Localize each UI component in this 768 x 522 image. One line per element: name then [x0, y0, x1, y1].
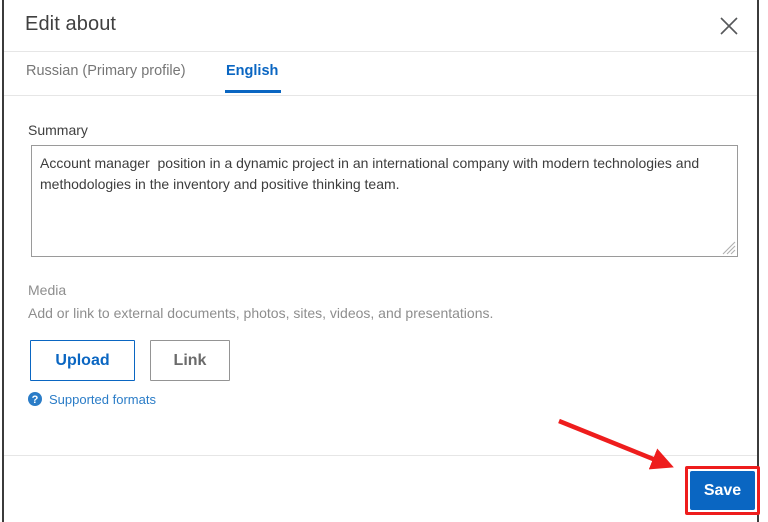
close-button[interactable] — [710, 9, 748, 43]
summary-label: Summary — [28, 122, 88, 138]
supported-formats-label: Supported formats — [49, 391, 156, 407]
svg-text:?: ? — [32, 394, 39, 406]
page-title: Edit about — [25, 13, 117, 35]
summary-textarea-value: Account manager position in a dynamic pr… — [40, 155, 704, 192]
summary-textarea[interactable]: Account manager position in a dynamic pr… — [31, 145, 738, 257]
supported-formats-link[interactable]: ? Supported formats — [27, 389, 156, 409]
tab-english[interactable]: English — [226, 63, 278, 91]
media-label: Media — [28, 282, 67, 298]
link-button[interactable]: Link — [150, 340, 230, 381]
window-right-outer-gap — [764, 0, 768, 522]
tab-active-indicator — [225, 90, 281, 93]
screenshot-root: Edit about Russian (Primary profile) Eng… — [0, 0, 768, 522]
edit-about-dialog: Edit about Russian (Primary profile) Eng… — [4, 0, 760, 522]
language-tabs: Russian (Primary profile) English — [4, 52, 757, 95]
media-description: Add or link to external documents, photo… — [28, 305, 494, 321]
dialog-header: Edit about — [4, 0, 757, 51]
textarea-resize-handle[interactable] — [722, 241, 736, 255]
tabs-divider — [4, 95, 757, 96]
upload-button[interactable]: Upload — [30, 340, 135, 381]
help-circle-icon: ? — [27, 391, 43, 407]
save-button[interactable]: Save — [690, 471, 755, 510]
tab-russian-primary-profile[interactable]: Russian (Primary profile) — [26, 63, 186, 91]
window-right-border — [757, 0, 759, 522]
footer-divider — [4, 455, 757, 456]
close-icon — [720, 17, 738, 35]
